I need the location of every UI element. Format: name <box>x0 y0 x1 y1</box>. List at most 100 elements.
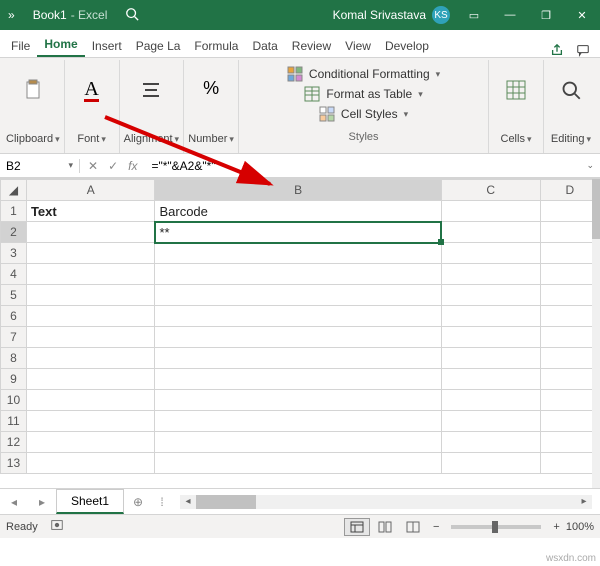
paste-button[interactable] <box>10 62 56 118</box>
cancel-formula-icon[interactable]: ✕ <box>88 159 98 173</box>
view-normal-icon[interactable] <box>344 518 370 536</box>
cell[interactable] <box>540 390 599 411</box>
vertical-scrollbar[interactable] <box>592 179 600 488</box>
cell[interactable] <box>540 327 599 348</box>
sheet-tab-active[interactable]: Sheet1 <box>56 489 124 514</box>
cell[interactable] <box>441 243 540 264</box>
cell-a2[interactable] <box>26 222 155 243</box>
formula-bar[interactable]: ="*"&A2&"*" <box>145 159 580 173</box>
scroll-right-icon[interactable]: ▸ <box>576 496 592 507</box>
zoom-out-button[interactable]: − <box>433 521 439 533</box>
column-header-a[interactable]: A <box>26 180 155 201</box>
row-header[interactable]: 8 <box>1 348 27 369</box>
cell[interactable] <box>441 306 540 327</box>
cell[interactable] <box>26 411 155 432</box>
close-button[interactable]: ✕ <box>564 0 600 30</box>
cell[interactable] <box>26 264 155 285</box>
share-button[interactable] <box>544 43 570 57</box>
cell[interactable] <box>26 369 155 390</box>
chevron-down-icon[interactable]: ▾ <box>527 134 532 145</box>
cell[interactable] <box>540 285 599 306</box>
select-all-cell[interactable]: ◢ <box>1 180 27 201</box>
add-sheet-button[interactable]: ⊕ <box>124 495 152 509</box>
cell[interactable] <box>26 327 155 348</box>
cell[interactable] <box>540 432 599 453</box>
quick-access-overflow[interactable]: » <box>0 8 23 22</box>
cell-styles-button[interactable]: Cell Styles▾ <box>319 104 408 124</box>
cell[interactable] <box>540 201 599 222</box>
column-header-c[interactable]: C <box>441 180 540 201</box>
chevron-down-icon[interactable]: ▾ <box>587 134 592 145</box>
tab-formulas[interactable]: Formula <box>187 34 245 57</box>
chevron-down-icon[interactable]: ▾ <box>68 160 73 171</box>
cell[interactable] <box>26 432 155 453</box>
sheet-nav-prev[interactable]: ◂ <box>0 495 28 509</box>
zoom-in-button[interactable]: + <box>553 521 559 533</box>
row-header[interactable]: 13 <box>1 453 27 474</box>
restore-button[interactable]: ❐ <box>528 0 564 30</box>
cell[interactable] <box>155 453 441 474</box>
row-header[interactable]: 5 <box>1 285 27 306</box>
user-name[interactable]: Komal Srivastava <box>333 8 426 22</box>
comments-button[interactable] <box>570 43 596 57</box>
cell[interactable] <box>155 243 441 264</box>
row-header[interactable]: 4 <box>1 264 27 285</box>
cell[interactable] <box>441 201 540 222</box>
cell[interactable] <box>26 390 155 411</box>
zoom-handle[interactable] <box>492 521 498 533</box>
cell[interactable] <box>441 390 540 411</box>
number-button[interactable]: % <box>188 62 234 118</box>
cell[interactable] <box>441 369 540 390</box>
cell[interactable] <box>540 306 599 327</box>
cell[interactable] <box>441 411 540 432</box>
cell[interactable] <box>155 285 441 306</box>
cell[interactable] <box>540 222 599 243</box>
editing-button[interactable] <box>548 62 594 118</box>
sheet-nav-next[interactable]: ▸ <box>28 495 56 509</box>
cell[interactable] <box>441 348 540 369</box>
cell[interactable] <box>26 243 155 264</box>
cell[interactable] <box>155 411 441 432</box>
cell[interactable] <box>155 390 441 411</box>
cell[interactable] <box>540 411 599 432</box>
macro-record-icon[interactable] <box>50 518 64 535</box>
chevron-down-icon[interactable]: ▾ <box>229 134 234 145</box>
column-header-d[interactable]: D <box>540 180 599 201</box>
row-header[interactable]: 3 <box>1 243 27 264</box>
horizontal-scrollbar[interactable]: ◂ ▸ <box>180 495 592 509</box>
cell[interactable] <box>155 327 441 348</box>
cell[interactable] <box>540 243 599 264</box>
tab-data[interactable]: Data <box>245 34 284 57</box>
cell[interactable] <box>26 306 155 327</box>
cell[interactable] <box>155 348 441 369</box>
cell[interactable] <box>155 432 441 453</box>
scroll-thumb[interactable] <box>592 179 600 239</box>
row-header[interactable]: 12 <box>1 432 27 453</box>
row-header[interactable]: 6 <box>1 306 27 327</box>
format-as-table-button[interactable]: Format as Table▾ <box>304 84 422 104</box>
row-header[interactable]: 10 <box>1 390 27 411</box>
row-header[interactable]: 9 <box>1 369 27 390</box>
row-header[interactable]: 11 <box>1 411 27 432</box>
view-page-break-icon[interactable] <box>400 518 426 536</box>
cell[interactable] <box>26 348 155 369</box>
cell[interactable] <box>441 432 540 453</box>
cell[interactable] <box>540 264 599 285</box>
name-box[interactable]: B2 ▾ <box>0 159 80 173</box>
minimize-button[interactable]: — <box>492 0 528 30</box>
fx-icon[interactable]: fx <box>128 159 137 173</box>
chevron-down-icon[interactable]: ▾ <box>55 134 60 145</box>
tab-developer[interactable]: Develop <box>378 34 436 57</box>
column-header-b[interactable]: B <box>155 180 441 201</box>
chevron-down-icon[interactable]: ▾ <box>175 134 180 145</box>
tab-home[interactable]: Home <box>37 32 84 57</box>
zoom-level[interactable]: 100% <box>566 521 594 533</box>
worksheet-grid[interactable]: ◢ A B C D 1 Text Barcode 2 ** 3 4 5 6 7 <box>0 178 600 488</box>
cell[interactable] <box>441 222 540 243</box>
font-button[interactable]: A <box>69 62 115 118</box>
alignment-button[interactable] <box>128 62 174 118</box>
row-header[interactable]: 7 <box>1 327 27 348</box>
cell-a1[interactable]: Text <box>26 201 155 222</box>
user-avatar[interactable]: KS <box>432 6 450 24</box>
cell[interactable] <box>441 264 540 285</box>
